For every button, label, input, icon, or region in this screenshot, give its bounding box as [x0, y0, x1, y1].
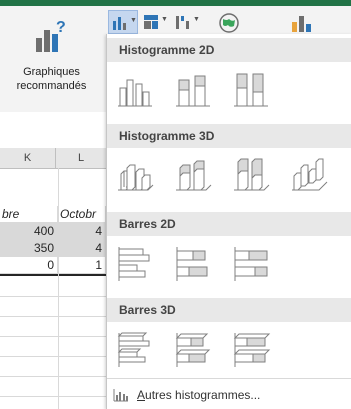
column-chart-dropdown-button[interactable]: ▼: [108, 10, 138, 34]
recommended-charts-button[interactable]: ? Graphiques recommandés: [0, 12, 103, 102]
grid-line: [0, 356, 106, 357]
hierarchy-chart-icon: [144, 15, 158, 29]
recommended-charts-label-line2: recommandés: [16, 80, 87, 92]
pivot-chart-icon: [292, 16, 311, 32]
chevron-down-icon: ▼: [193, 16, 200, 23]
3d-clustered-bar-icon[interactable]: [115, 330, 155, 370]
section-header-histogramme-3d: Histogramme 3D: [107, 124, 351, 148]
3d-clustered-column-icon[interactable]: [115, 156, 155, 196]
3d-stacked-column-icon[interactable]: [173, 156, 213, 196]
grid-line: [0, 336, 106, 337]
3d-stacked-bar-icon[interactable]: [173, 330, 213, 370]
globe-icon: [219, 13, 239, 33]
column-header-k[interactable]: K: [0, 148, 56, 168]
table-cell[interactable]: 400: [0, 223, 58, 240]
table-cell[interactable]: 0: [0, 257, 58, 274]
table-cell[interactable]: 1: [58, 257, 106, 274]
column-chart-small-icon: [113, 389, 128, 402]
more-label-accesskey: A: [137, 388, 146, 402]
table-cell[interactable]: 4: [58, 223, 106, 240]
svg-text:?: ?: [56, 19, 66, 36]
table-bottom-border: [0, 274, 106, 276]
clustered-column-icon[interactable]: [115, 70, 155, 110]
recommended-charts-label-line1: Graphiques: [23, 66, 80, 78]
3d-100-stacked-column-icon[interactable]: [231, 156, 271, 196]
grid-line: [0, 296, 106, 297]
maps-chart-button[interactable]: [216, 10, 242, 34]
waterfall-chart-dropdown-button[interactable]: ▼: [172, 10, 202, 34]
clustered-bar-icon[interactable]: [115, 244, 155, 284]
grid-line: [58, 168, 59, 409]
cell-month-header[interactable]: bre: [0, 206, 58, 223]
table-cell[interactable]: 350: [0, 240, 58, 257]
section-header-barres-3d: Barres 3D: [107, 298, 351, 322]
column-chart-dropdown-menu: Histogramme 2D Histogramme 3D Barres 2D …: [106, 34, 351, 409]
waterfall-chart-icon: [176, 16, 189, 29]
recommended-charts-label: Graphiques recommandés: [0, 65, 103, 93]
recommended-charts-icon: ?: [36, 19, 66, 52]
chevron-down-icon: ▼: [161, 16, 168, 23]
more-label: utres histogrammes...: [145, 388, 261, 402]
100-stacked-bar-icon[interactable]: [231, 244, 271, 284]
table-cell[interactable]: 4: [58, 240, 106, 257]
more-column-charts-menu-item[interactable]: Autres histogrammes...: [107, 384, 351, 406]
grid-line: [0, 316, 106, 317]
hierarchy-chart-dropdown-button[interactable]: ▼: [140, 10, 170, 34]
column-headers: K L: [0, 148, 106, 169]
100-stacked-column-icon[interactable]: [231, 70, 271, 110]
cell-month-header[interactable]: Octobr: [58, 206, 106, 223]
stacked-column-icon[interactable]: [173, 70, 213, 110]
section-header-histogramme-2d: Histogramme 2D: [107, 38, 351, 62]
chevron-down-icon: ▼: [130, 17, 137, 24]
grid-line: [0, 396, 106, 397]
menu-separator: [107, 378, 351, 379]
column-chart-icon: [113, 17, 126, 30]
3d-100-stacked-bar-icon[interactable]: [231, 330, 271, 370]
3d-column-icon[interactable]: [289, 156, 329, 196]
section-header-barres-2d: Barres 2D: [107, 212, 351, 236]
formula-bar-area: [0, 112, 106, 149]
column-header-l[interactable]: L: [56, 148, 106, 168]
grid-line: [0, 376, 106, 377]
stacked-bar-icon[interactable]: [173, 244, 213, 284]
pivot-chart-button[interactable]: [286, 10, 316, 34]
